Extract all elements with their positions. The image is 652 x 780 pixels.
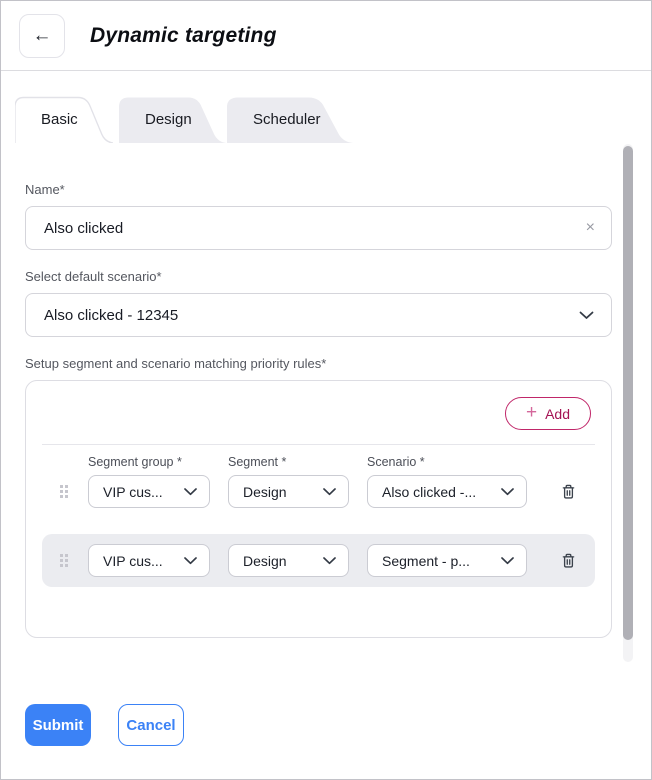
segment-group-select[interactable]: VIP cus... — [88, 544, 210, 577]
segment-group-value: VIP cus... — [103, 553, 163, 569]
header: ← Dynamic targeting — [1, 1, 651, 71]
name-field-label: Name* — [25, 143, 612, 197]
footer: Submit Cancel — [1, 663, 651, 746]
chevron-down-icon — [501, 557, 514, 565]
tab-basic-label: Basic — [41, 111, 78, 128]
chevron-down-icon — [184, 557, 197, 565]
dynamic-targeting-window: ← Dynamic targeting Basic Design Schedul… — [0, 0, 652, 780]
rules-panel: + Add Segment group * Segment * Scenario… — [25, 380, 612, 638]
scrollbar-thumb[interactable] — [623, 146, 633, 640]
column-header-scenario: Scenario * — [367, 455, 527, 469]
segment-value: Design — [243, 553, 287, 569]
page-title: Dynamic targeting — [90, 24, 277, 48]
drag-handle-icon[interactable] — [60, 554, 70, 567]
segment-select[interactable]: Design — [228, 475, 349, 508]
tab-bar: Basic Design Scheduler — [1, 96, 651, 143]
tab-scheduler[interactable]: Scheduler — [227, 96, 361, 143]
trash-icon — [559, 551, 578, 570]
chevron-down-icon — [323, 557, 336, 565]
segment-group-select[interactable]: VIP cus... — [88, 475, 210, 508]
tab-scheduler-label: Scheduler — [253, 111, 321, 128]
cancel-button[interactable]: Cancel — [118, 704, 184, 746]
scrollbar[interactable] — [623, 144, 633, 662]
chevron-down-icon — [501, 488, 514, 496]
default-scenario-label: Select default scenario* — [25, 250, 612, 284]
rule-column-headers: Segment group * Segment * Scenario * — [42, 455, 595, 469]
tab-design[interactable]: Design — [119, 96, 233, 143]
add-row: + Add — [26, 381, 611, 444]
default-scenario-select[interactable]: Also clicked - 12345 — [25, 293, 612, 337]
trash-icon — [559, 482, 578, 501]
divider — [42, 444, 595, 445]
tab-basic[interactable]: Basic — [15, 96, 119, 143]
form-scroll-area: Name* × Select default scenario* Also cl… — [1, 143, 651, 663]
segment-select[interactable]: Design — [228, 544, 349, 577]
add-button-label: Add — [545, 406, 570, 422]
default-scenario-value: Also clicked - 12345 — [44, 307, 178, 324]
scenario-value: Also clicked -... — [382, 484, 476, 500]
drag-handle-icon[interactable] — [60, 485, 70, 498]
column-header-segment: Segment * — [228, 455, 367, 469]
segment-group-value: VIP cus... — [103, 484, 163, 500]
clear-icon[interactable]: × — [586, 220, 595, 236]
chevron-down-icon — [184, 488, 197, 496]
delete-rule-button[interactable] — [559, 482, 578, 501]
back-button[interactable]: ← — [19, 14, 65, 58]
rule-row: VIP cus... Design Also clicked -... — [42, 465, 595, 518]
rules-section-label: Setup segment and scenario matching prio… — [25, 337, 612, 371]
chevron-down-icon — [323, 488, 336, 496]
scenario-select[interactable]: Also clicked -... — [367, 475, 527, 508]
name-input[interactable] — [44, 220, 567, 237]
column-header-segment-group: Segment group * — [88, 455, 228, 469]
scenario-value: Segment - p... — [382, 553, 470, 569]
delete-rule-button[interactable] — [559, 551, 578, 570]
chevron-down-icon — [579, 311, 594, 320]
plus-icon: + — [526, 403, 537, 422]
submit-button[interactable]: Submit — [25, 704, 91, 746]
segment-value: Design — [243, 484, 287, 500]
scenario-select[interactable]: Segment - p... — [367, 544, 527, 577]
name-field: × — [25, 206, 612, 250]
rule-row: VIP cus... Design Segment - p... — [42, 534, 595, 587]
tab-design-label: Design — [145, 111, 192, 128]
back-arrow-icon: ← — [33, 25, 52, 47]
add-rule-button[interactable]: + Add — [505, 397, 591, 430]
